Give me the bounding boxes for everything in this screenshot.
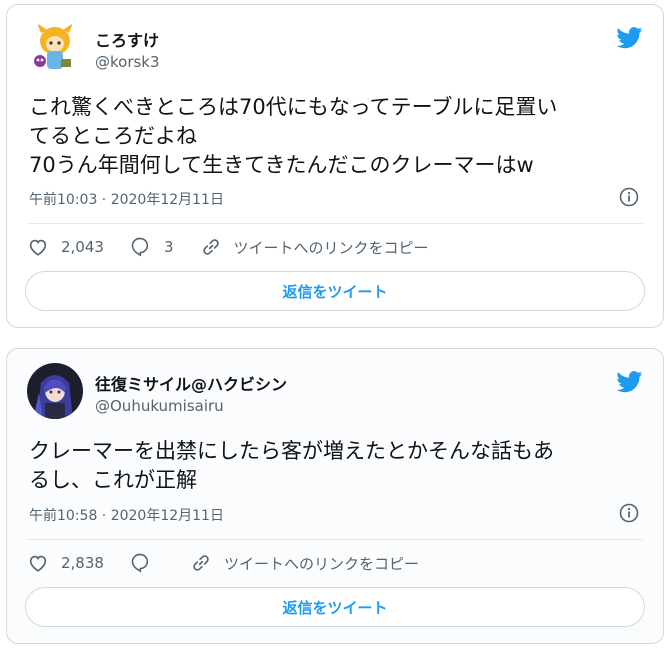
tweet-text-line: てるところだよね (29, 124, 197, 148)
like-count: 2,838 (61, 554, 104, 572)
timestamp[interactable]: 午前10:03 · 2020年12月11日 (29, 189, 224, 209)
reply-button[interactable]: 3 (130, 236, 174, 258)
link-icon (202, 239, 219, 255)
display-name[interactable]: 往復ミサイル@ハクビシン (95, 371, 287, 395)
like-button[interactable]: 2,838 (27, 552, 104, 574)
link-icon (193, 555, 209, 571)
info-icon[interactable] (619, 503, 639, 523)
tweet-text-line: 70うん年間何して生きてきたんだこのクレーマーはw (29, 153, 534, 177)
display-name[interactable]: ころすけ (95, 27, 159, 51)
user-handle[interactable]: @Ouhukumisairu (95, 397, 224, 415)
heart-icon (29, 239, 47, 256)
copy-link-button[interactable]: ツイートへのリンクをコピー (190, 552, 419, 574)
reply-tweet-button[interactable]: 返信をツイート (25, 271, 645, 311)
divider (27, 539, 643, 540)
reply-tweet-button[interactable]: 返信をツイート (25, 587, 645, 627)
user-handle[interactable]: @korsk3 (95, 53, 160, 71)
avatar[interactable] (27, 19, 83, 75)
action-bar: 2,043 3 ツイートへのリンクをコピー (27, 235, 455, 259)
copy-link-label: ツイートへのリンクをコピー (233, 238, 429, 257)
tweet-card: ころすけ @korsk3 これ驚くべきところは70代にもなってテーブルに足置い … (6, 4, 664, 328)
tweet-text-line: るし、これが正解 (29, 468, 197, 492)
timestamp[interactable]: 午前10:58 · 2020年12月11日 (29, 505, 224, 525)
like-button[interactable]: 2,043 (27, 236, 104, 258)
action-bar: 2,838 ツイートへのリンクをコピー (27, 551, 445, 575)
info-icon[interactable] (619, 187, 639, 207)
tweet-card: 往復ミサイル@ハクビシン @Ouhukumisairu クレーマーを出禁にしたら… (6, 348, 664, 644)
tweet-text: クレーマーを出禁にしたら客が増えたとかそんな話もあ るし、これが正解 (29, 437, 645, 495)
reply-icon (131, 553, 149, 573)
like-count: 2,043 (61, 238, 104, 256)
heart-icon (29, 555, 47, 572)
reply-count: 3 (163, 238, 174, 256)
divider (27, 223, 643, 224)
tweet-text-line: これ驚くべきところは70代にもなってテーブルに足置い (29, 95, 558, 119)
copy-link-label: ツイートへのリンクをコピー (223, 554, 419, 573)
twitter-bird-icon[interactable] (616, 27, 643, 49)
tweet-text: これ驚くべきところは70代にもなってテーブルに足置い てるところだよね 70うん… (29, 93, 645, 180)
reply-icon (131, 237, 149, 257)
reply-button[interactable] (130, 552, 164, 574)
twitter-bird-icon[interactable] (616, 371, 643, 393)
tweet-text-line: クレーマーを出禁にしたら客が増えたとかそんな話もあ (29, 439, 554, 463)
avatar[interactable] (27, 363, 83, 419)
copy-link-button[interactable]: ツイートへのリンクをコピー (200, 236, 429, 258)
